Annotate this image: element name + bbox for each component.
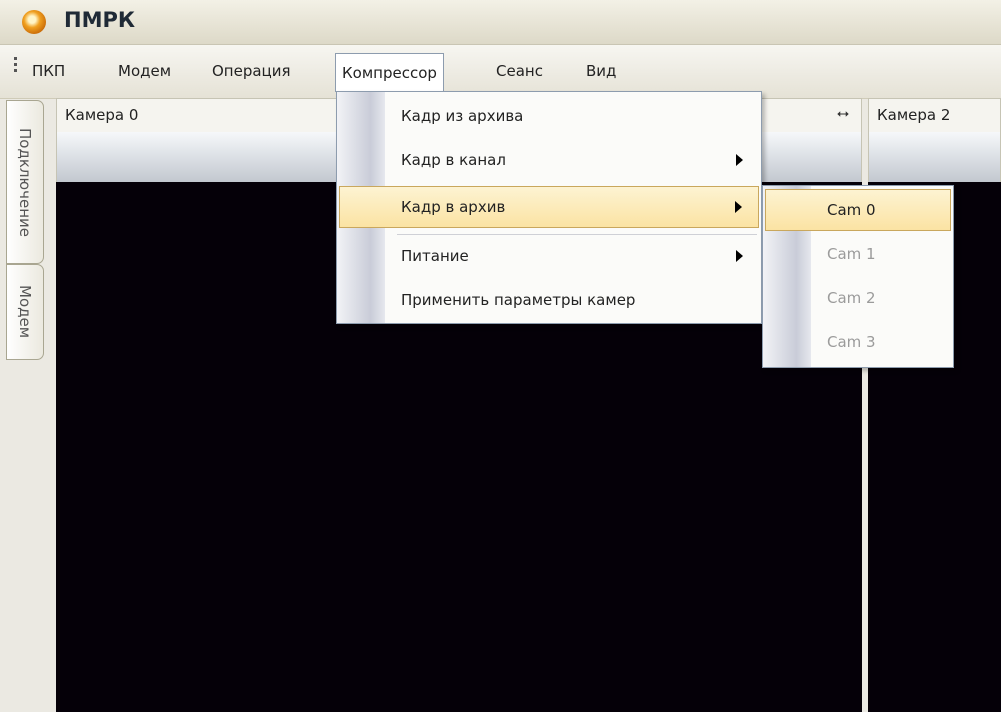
tab-connection-label: Подключение [16,127,34,237]
menu-item-label: Питание [401,247,469,265]
submenu-item-cam-0[interactable]: Cam 0 [765,189,951,231]
tab-modem-label: Модем [16,285,34,339]
menu-view[interactable]: Вид [580,57,622,85]
side-tab-strip: Подключение Модем [4,98,44,712]
submenu-item-cam-2: Cam 2 [765,278,951,318]
pin-icon[interactable] [837,104,849,122]
submenu-item-label: Cam 3 [827,333,876,351]
menu-item-frame-from-archive[interactable]: Кадр из архива [339,96,759,136]
submenu-arrow-icon [735,201,742,213]
menu-separator [397,234,757,235]
menu-operation[interactable]: Операция [206,57,297,85]
menu-item-label: Кадр в архив [401,198,506,216]
camera-2-title: Камера 2 [877,106,951,124]
menu-item-apply-camera-params[interactable]: Применить параметры камер [339,280,759,320]
submenu-arrow-icon [736,154,743,166]
submenu-item-label: Cam 1 [827,245,876,263]
submenu-item-cam-1: Cam 1 [765,234,951,274]
menu-item-frame-to-channel[interactable]: Кадр в канал [339,140,759,180]
menu-item-label: Применить параметры камер [401,291,636,309]
title-bar: ПМРК [0,0,1001,45]
menu-compressor[interactable]: Компрессор [335,53,444,92]
camera-0-title: Камера 0 [65,106,139,124]
menu-session[interactable]: Сеанс [490,57,549,85]
toolbar-grip-icon[interactable] [14,57,18,77]
submenu-arrow-icon [736,250,743,262]
menu-item-label: Кадр из архива [401,107,524,125]
menu-modem[interactable]: Модем [112,57,177,85]
camera-2-header: Камера 2 [868,98,1001,134]
submenu-item-label: Cam 0 [827,201,876,219]
app-icon [22,10,46,34]
submenu-item-cam-3: Cam 3 [765,322,951,362]
menu-item-power[interactable]: Питание [339,236,759,276]
tab-connection[interactable]: Подключение [6,100,44,264]
submenu-item-label: Cam 2 [827,289,876,307]
compressor-menu: Кадр из архива Кадр в канал Кадр в архив… [336,91,762,324]
menu-item-label: Кадр в канал [401,151,506,169]
window-title: ПМРК [64,8,136,32]
menu-item-frame-to-archive[interactable]: Кадр в архив [339,186,759,228]
menu-pkp[interactable]: ПКП [26,57,71,85]
archive-submenu: Cam 0 Cam 1 Cam 2 Cam 3 [762,185,954,368]
tab-modem[interactable]: Модем [6,264,44,360]
camera-2-toolbar [868,132,1001,182]
